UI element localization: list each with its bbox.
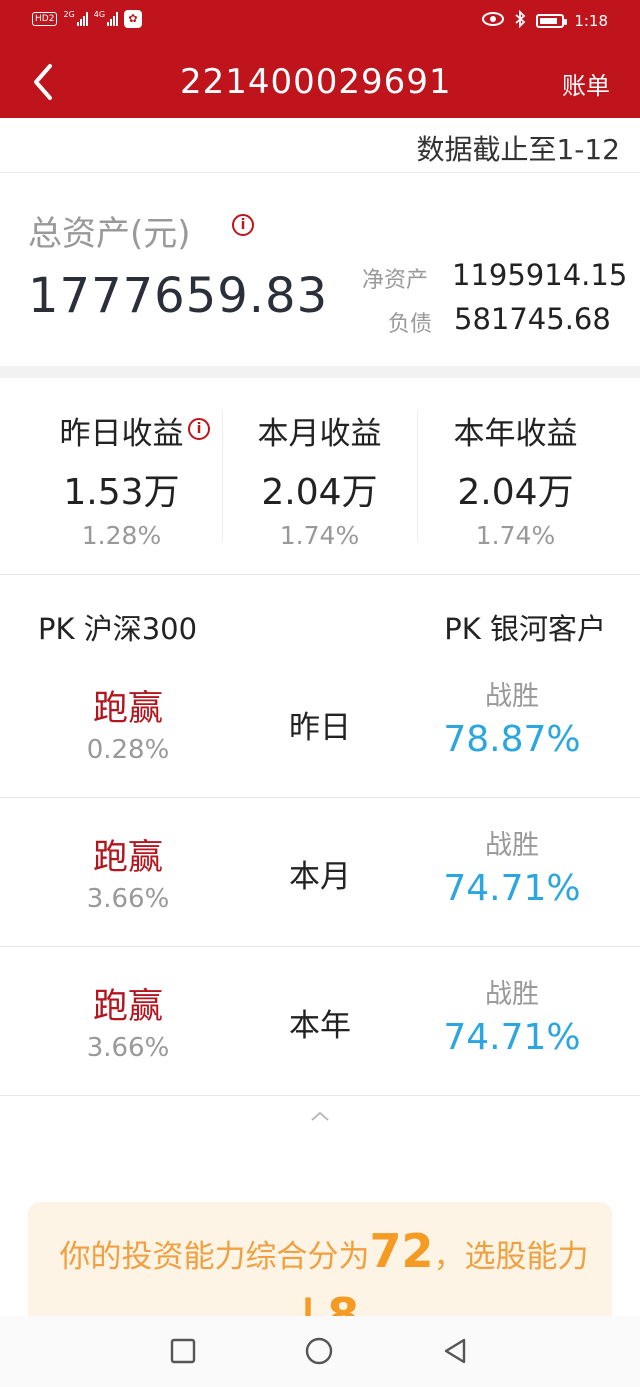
earning-percent: 1.28% <box>81 521 162 550</box>
signal-icon <box>76 12 88 26</box>
battery-icon <box>536 14 568 28</box>
collapse-chevron-icon[interactable] <box>309 1108 331 1122</box>
pk-win: 跑赢 3.66% <box>28 978 228 1063</box>
win-label: 跑赢 <box>92 987 163 1027</box>
win-label: 跑赢 <box>92 838 163 878</box>
nav-bar: 221400029691 账单 <box>0 44 640 118</box>
clock: 1:18 <box>574 12 608 30</box>
bluetooth-icon <box>514 9 526 32</box>
pk-period: 昨日 <box>289 710 351 746</box>
earning-year[interactable]: 本年收益 2.04万 1.74% <box>418 408 613 550</box>
win-percent: 3.66% <box>86 1033 170 1063</box>
section-gap <box>0 366 640 378</box>
earning-value: 2.04万 <box>261 472 378 513</box>
net-assets-value: 1195914.15 <box>452 258 628 292</box>
eye-icon <box>482 12 505 30</box>
divider <box>0 172 640 173</box>
pk-beat: 战胜 78.87% <box>412 674 612 760</box>
beat-percent: 74.71% <box>443 868 581 909</box>
earning-percent: 1.74% <box>475 521 556 550</box>
score-value: 72 <box>369 1224 434 1278</box>
earning-percent: 1.74% <box>279 521 360 550</box>
pk-index-title: PK 沪深300 <box>38 612 198 646</box>
divider <box>0 946 640 947</box>
network-type-2: 4G <box>93 9 106 19</box>
baidu-icon: ✿ <box>124 10 143 28</box>
pk-beat: 战胜 74.71% <box>412 823 612 909</box>
total-assets-value: 1777659.83 <box>28 268 329 324</box>
pk-win: 跑赢 3.66% <box>28 829 228 914</box>
beat-label: 战胜 <box>485 830 539 861</box>
pk-clients-title: PK 银河客户 <box>444 612 606 646</box>
status-bar: HD2 2G 4G ✿ 1:18 <box>0 0 640 44</box>
system-nav-bar <box>0 1316 640 1387</box>
earning-label: 本月收益 <box>257 416 382 452</box>
beat-percent: 78.87% <box>443 719 581 760</box>
network-type-1: 2G <box>63 9 75 19</box>
earning-value: 1.53万 <box>63 472 180 513</box>
win-label: 跑赢 <box>92 689 163 729</box>
back-nav-icon[interactable] <box>440 1336 470 1366</box>
pk-row: 跑赢 0.28% 昨日 战胜 78.87% <box>0 664 640 813</box>
back-arrow-icon[interactable] <box>28 62 60 102</box>
net-assets-label: 净资产 <box>362 268 429 293</box>
win-percent: 0.28% <box>86 735 170 765</box>
earning-month[interactable]: 本月收益 2.04万 1.74% <box>222 408 417 550</box>
recent-apps-icon[interactable] <box>168 1336 198 1366</box>
score-banner[interactable]: 你的投资能力综合分为72，选股能力↓8 <box>28 1202 612 1332</box>
home-icon[interactable] <box>304 1336 334 1366</box>
info-icon[interactable]: i <box>188 418 210 440</box>
pk-period: 本年 <box>289 1008 351 1044</box>
earning-value: 2.04万 <box>457 472 574 513</box>
beat-label: 战胜 <box>485 681 539 712</box>
total-assets-label: 总资产(元) <box>28 214 191 254</box>
data-cutoff-date: 数据截止至1-12 <box>416 133 620 166</box>
beat-label: 战胜 <box>485 979 539 1010</box>
pk-beat: 战胜 74.71% <box>412 972 612 1058</box>
divider <box>0 1095 640 1096</box>
pk-row: 跑赢 3.66% 本月 战胜 74.71% <box>0 813 640 962</box>
earning-label: 本年收益 <box>453 416 578 452</box>
debt-value: 581745.68 <box>454 302 611 336</box>
divider <box>0 797 640 798</box>
divider <box>0 574 640 575</box>
bill-button[interactable]: 账单 <box>562 66 610 101</box>
pk-period: 本月 <box>289 859 351 895</box>
beat-percent: 74.71% <box>443 1017 581 1058</box>
win-percent: 3.66% <box>86 884 170 914</box>
debt-label: 负债 <box>388 312 433 337</box>
pk-win: 跑赢 0.28% <box>28 680 228 765</box>
signal-icon <box>107 12 119 26</box>
account-number-title: 221400029691 <box>180 62 452 102</box>
hd-badge: HD2 <box>32 12 58 26</box>
info-icon[interactable]: i <box>232 214 254 236</box>
pk-row: 跑赢 3.66% 本年 战胜 74.71% <box>0 962 640 1111</box>
